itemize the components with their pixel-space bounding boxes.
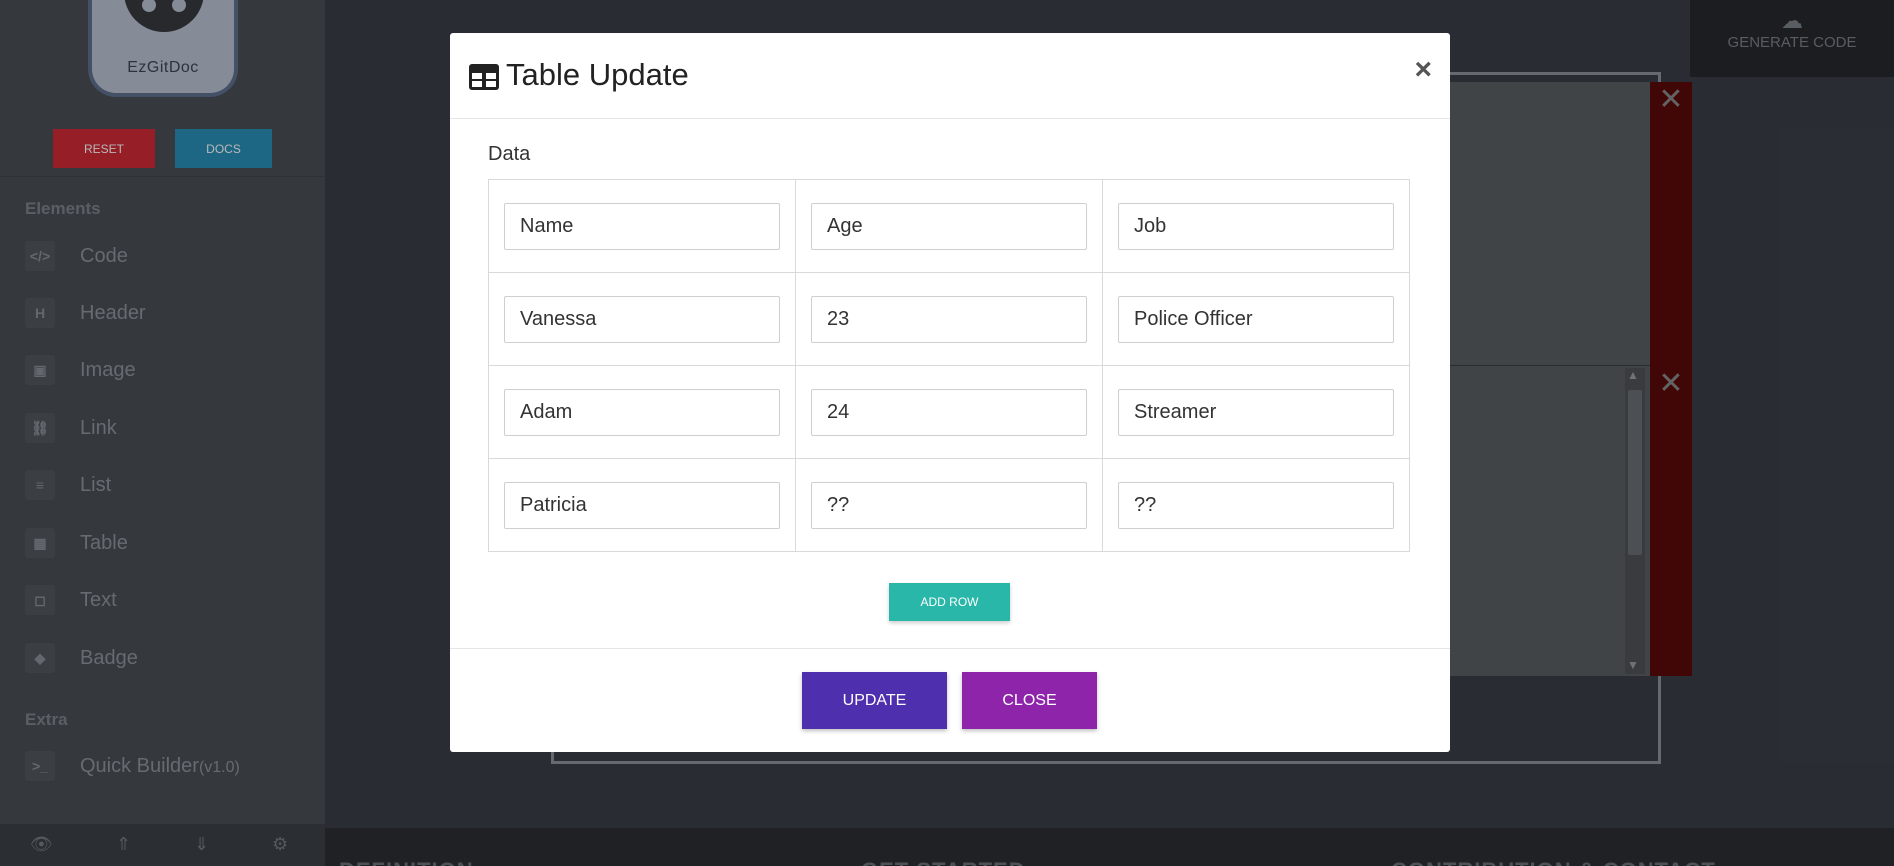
table-cell [488, 272, 796, 366]
cell-input[interactable] [1118, 481, 1394, 529]
close-icon[interactable]: × [1414, 53, 1432, 87]
add-row-button[interactable]: ADD ROW [889, 583, 1010, 621]
cell-input[interactable] [1118, 295, 1394, 343]
table-cell [488, 458, 796, 552]
modal-footer-divider [450, 648, 1450, 649]
cell-input[interactable] [504, 202, 780, 250]
table-cell [795, 272, 1103, 366]
table-cell [488, 179, 796, 273]
data-label: Data [488, 143, 531, 165]
cell-input[interactable] [504, 295, 780, 343]
cell-input[interactable] [504, 481, 780, 529]
cell-input[interactable] [1118, 388, 1394, 436]
table-row [488, 365, 1410, 459]
cell-input[interactable] [811, 481, 1087, 529]
table-cell [1102, 179, 1410, 273]
table-cell [795, 458, 1103, 552]
cell-input[interactable] [811, 388, 1087, 436]
table-cell [488, 365, 796, 459]
table-cell [1102, 272, 1410, 366]
table-row [488, 272, 1410, 366]
table-cell [1102, 365, 1410, 459]
close-button[interactable]: CLOSE [962, 672, 1097, 729]
modal-header: Table Update × [450, 33, 1450, 119]
table-row [488, 458, 1410, 552]
cell-input[interactable] [504, 388, 780, 436]
table-row [488, 179, 1410, 273]
table-cell [1102, 458, 1410, 552]
table-icon [469, 64, 499, 90]
cell-input[interactable] [811, 202, 1087, 250]
cell-input[interactable] [811, 295, 1087, 343]
update-button[interactable]: UPDATE [802, 672, 947, 729]
table-cell [795, 179, 1103, 273]
modal-title: Table Update [506, 57, 689, 92]
table-update-modal: Table Update × Data ADD ROW UPDATE CLOSE [450, 33, 1450, 752]
data-table [488, 179, 1410, 552]
table-cell [795, 365, 1103, 459]
cell-input[interactable] [1118, 202, 1394, 250]
